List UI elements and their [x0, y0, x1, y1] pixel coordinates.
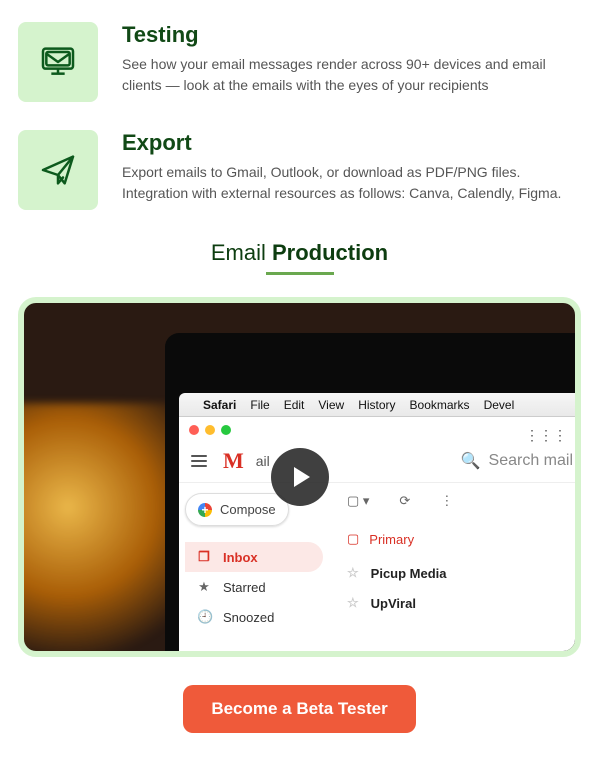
- testing-icon: [18, 22, 98, 102]
- mail-toolbar: ▢ ▾ ⟳ ⋮: [347, 493, 581, 509]
- sidebar-item-snoozed: 🕘 Snoozed: [185, 602, 323, 632]
- menu-item: History: [358, 398, 395, 412]
- safari-menu-bar: Safari File Edit View History Bookmarks …: [179, 393, 581, 417]
- select-icon: ▢ ▾: [347, 493, 369, 509]
- maximize-icon: [221, 425, 231, 435]
- search-icon: 🔍: [461, 451, 481, 471]
- star-icon: ☆: [347, 565, 359, 581]
- laptop-frame: Safari File Edit View History Bookmarks …: [165, 333, 581, 657]
- more-icon: ⋮: [440, 493, 453, 509]
- menu-item: View: [318, 398, 344, 412]
- inbox-icon: ❐: [197, 549, 211, 565]
- sidebar-item-starred: ★ Starred: [185, 572, 323, 602]
- export-icon: [18, 130, 98, 210]
- menu-item: Devel: [484, 398, 515, 412]
- feature-desc: Export emails to Gmail, Outlook, or down…: [122, 162, 581, 204]
- minimize-icon: [205, 425, 215, 435]
- close-icon: [189, 425, 199, 435]
- feature-export: Export Export emails to Gmail, Outlook, …: [18, 130, 581, 210]
- plus-icon: [198, 503, 212, 517]
- play-icon[interactable]: [271, 448, 329, 506]
- menu-item: Edit: [284, 398, 305, 412]
- compose-button: Compose: [185, 493, 289, 526]
- cta-button[interactable]: Become a Beta Tester: [183, 685, 415, 733]
- gmail-logo-text: ail: [256, 453, 270, 469]
- traffic-lights: [179, 417, 581, 439]
- mail-row: ☆ UpViral: [347, 595, 581, 611]
- menu-item: Safari: [203, 398, 236, 412]
- primary-icon: ▢: [347, 531, 359, 547]
- feature-title: Testing: [122, 22, 581, 48]
- apps-grid-icon: ⋮⋮⋮: [525, 427, 567, 444]
- search-input: 🔍 Search mail: [461, 451, 573, 471]
- refresh-icon: ⟳: [399, 493, 410, 509]
- feature-desc: See how your email messages render acros…: [122, 54, 581, 96]
- primary-tab: ▢ Primary: [347, 531, 581, 547]
- gmail-logo: M: [223, 448, 244, 474]
- feature-title: Export: [122, 130, 581, 156]
- menu-icon: [191, 455, 207, 467]
- star-icon: ☆: [347, 595, 359, 611]
- menu-item: File: [250, 398, 269, 412]
- section-title: Email Production: [18, 240, 581, 266]
- divider: [266, 272, 334, 275]
- clock-icon: 🕘: [197, 609, 211, 625]
- feature-testing: Testing See how your email messages rend…: [18, 22, 581, 102]
- video-card[interactable]: Safari File Edit View History Bookmarks …: [18, 297, 581, 657]
- sidebar-item-inbox: ❐ Inbox: [185, 542, 323, 572]
- gmail-window: ⋮⋮⋮ M ail 🔍 Search mail Compose ❐: [179, 417, 581, 657]
- mail-row: ☆ Picup Media: [347, 565, 581, 581]
- menu-item: Bookmarks: [410, 398, 470, 412]
- star-icon: ★: [197, 579, 211, 595]
